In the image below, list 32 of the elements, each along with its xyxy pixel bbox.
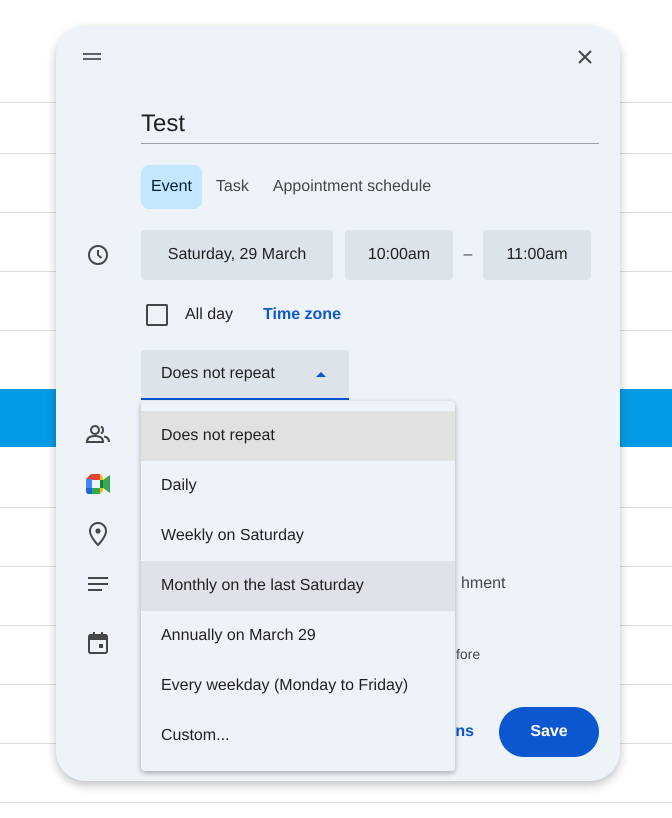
option-text: hment: [461, 575, 506, 593]
repeat-option[interactable]: Does not repeat: [141, 411, 455, 461]
save-button[interactable]: Save: [499, 707, 599, 757]
notes-icon: [88, 577, 108, 591]
video-camera-icon: [86, 474, 110, 494]
repeat-option[interactable]: Every weekday (Monday to Friday): [141, 661, 455, 711]
event-type-tab[interactable]: Task: [206, 165, 259, 209]
date-field[interactable]: Saturday, 29 March: [141, 230, 333, 280]
title-field[interactable]: Test: [141, 99, 599, 144]
event-type-tab[interactable]: Appointment schedule: [262, 165, 442, 209]
repeat-option[interactable]: Weekly on Saturday: [141, 511, 455, 561]
clock-icon: [87, 244, 109, 266]
all-day-checkbox[interactable]: [146, 304, 168, 326]
time-zone-link[interactable]: Time zone: [263, 306, 341, 324]
close-icon[interactable]: [577, 49, 593, 65]
repeat-option[interactable]: Monthly on the last Saturday: [141, 561, 455, 611]
all-day-label: All day: [185, 306, 234, 324]
drag-handle-icon[interactable]: [83, 53, 101, 61]
repeat-option[interactable]: Daily: [141, 461, 455, 511]
repeat-option[interactable]: Custom...: [141, 711, 455, 761]
event-type-tab[interactable]: Event: [141, 165, 202, 209]
people-icon: [86, 424, 110, 444]
location-pin-icon: [89, 522, 107, 546]
more-options-link[interactable]: ns: [455, 723, 474, 741]
end-time-field[interactable]: 11:00am: [483, 230, 591, 280]
caret-icon: [315, 371, 327, 377]
time-separator: –: [462, 246, 474, 264]
calendar-icon: [88, 632, 108, 654]
option-text: fore: [456, 646, 480, 662]
repeat-option[interactable]: Annually on March 29: [141, 611, 455, 661]
start-time-field[interactable]: 10:00am: [345, 230, 453, 280]
repeat-dropdown[interactable]: Does not repeat: [141, 350, 349, 400]
